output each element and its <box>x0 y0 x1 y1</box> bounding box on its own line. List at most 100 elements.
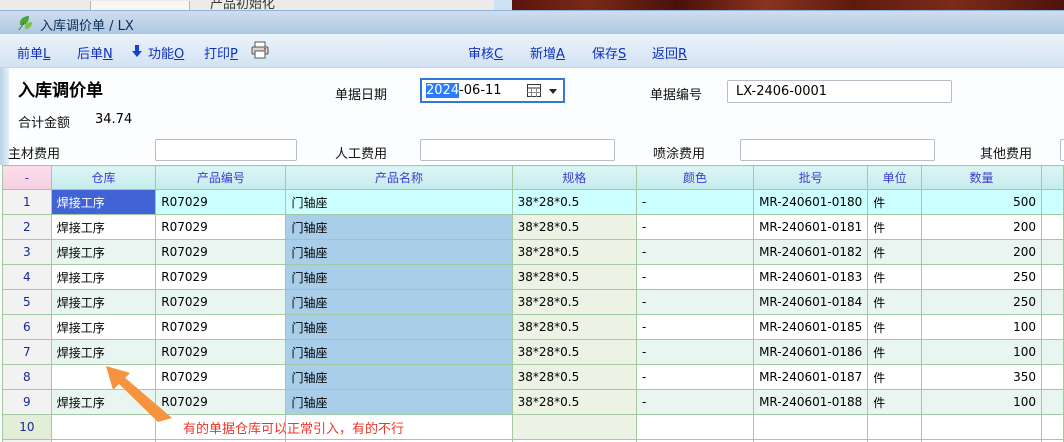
next-doc-button[interactable]: 后单N <box>77 43 113 62</box>
cell-code[interactable]: R07029 <box>156 190 286 215</box>
row-number-cell[interactable]: 5 <box>3 290 52 315</box>
cell-batch[interactable]: MR-240601-0180 <box>754 190 868 215</box>
cell-qty[interactable]: 100 <box>922 315 1042 340</box>
doc-date-input[interactable]: 2024 -06-11 <box>420 78 565 103</box>
row-number-cell[interactable]: 9 <box>3 390 52 415</box>
cell-spec[interactable] <box>512 415 636 440</box>
functions-menu-button[interactable]: 功能O <box>148 43 184 62</box>
cell-batch[interactable]: MR-240601-0182 <box>754 240 868 265</box>
column-header[interactable]: 数量 <box>922 166 1042 190</box>
cell-spec[interactable]: 38*28*0.5 <box>512 290 636 315</box>
other-fee-input[interactable] <box>1060 139 1064 161</box>
row-number-cell[interactable]: 7 <box>3 340 52 365</box>
cell-batch[interactable]: MR-240601-0184 <box>754 290 868 315</box>
return-button[interactable]: 返回R <box>652 43 687 62</box>
cell-warehouse[interactable]: 焊接工序 <box>51 315 156 340</box>
print-button[interactable]: 打印P <box>204 43 238 62</box>
column-header[interactable]: 产品编号 <box>156 166 286 190</box>
printer-icon[interactable] <box>250 41 270 59</box>
cell-color[interactable]: - <box>637 390 754 415</box>
cell-qty[interactable]: 250 <box>922 265 1042 290</box>
cell-spec[interactable]: 38*28*0.5 <box>512 190 636 215</box>
cell-color[interactable]: - <box>637 265 754 290</box>
cell-batch[interactable]: MR-240601-0187 <box>754 365 868 390</box>
cell-code[interactable]: R07029 <box>156 240 286 265</box>
date-dropdown-arrow-icon[interactable] <box>549 89 557 94</box>
cell-code[interactable]: R07029 <box>156 265 286 290</box>
cell-spec[interactable]: 38*28*0.5 <box>512 340 636 365</box>
cell-color[interactable]: - <box>637 315 754 340</box>
cell-unit[interactable] <box>868 415 922 440</box>
cell-color[interactable]: - <box>637 365 754 390</box>
labor-fee-input[interactable] <box>420 139 615 161</box>
prev-doc-button[interactable]: 前单L <box>17 43 50 62</box>
row-number-cell[interactable]: 10 <box>3 415 52 440</box>
cell-batch[interactable]: MR-240601-0181 <box>754 215 868 240</box>
cell-color[interactable] <box>637 415 754 440</box>
column-header[interactable]: 颜色 <box>637 166 754 190</box>
cell-unit[interactable]: 件 <box>868 240 922 265</box>
cell-qty[interactable]: 200 <box>922 215 1042 240</box>
column-header[interactable]: 仓库 <box>51 166 156 190</box>
cell-spec[interactable]: 38*28*0.5 <box>512 215 636 240</box>
cell-qty[interactable]: 250 <box>922 290 1042 315</box>
spray-fee-input[interactable] <box>740 139 935 161</box>
cell-unit[interactable]: 件 <box>868 265 922 290</box>
cell-spec[interactable]: 38*28*0.5 <box>512 315 636 340</box>
add-new-button[interactable]: 新增A <box>530 43 565 62</box>
cell-name[interactable]: 门轴座 <box>286 390 512 415</box>
cell-code[interactable]: R07029 <box>156 315 286 340</box>
cell-qty[interactable]: 100 <box>922 390 1042 415</box>
save-button[interactable]: 保存S <box>592 43 626 62</box>
column-header[interactable]: 批号 <box>754 166 868 190</box>
cell-unit[interactable]: 件 <box>868 215 922 240</box>
cell-unit[interactable]: 件 <box>868 340 922 365</box>
cell-name[interactable]: 门轴座 <box>286 340 512 365</box>
column-header[interactable]: - <box>3 166 52 190</box>
row-number-cell[interactable]: 2 <box>3 215 52 240</box>
cell-code[interactable]: R07029 <box>156 290 286 315</box>
cell-batch[interactable]: MR-240601-0188 <box>754 390 868 415</box>
cell-spec[interactable]: 38*28*0.5 <box>512 265 636 290</box>
cell-name[interactable]: 门轴座 <box>286 265 512 290</box>
cell-batch[interactable] <box>754 415 868 440</box>
cell-unit[interactable]: 件 <box>868 290 922 315</box>
audit-button[interactable]: 审核C <box>468 43 503 62</box>
cell-qty[interactable]: 350 <box>922 365 1042 390</box>
cell-color[interactable]: - <box>637 190 754 215</box>
row-number-cell[interactable]: 1 <box>3 190 52 215</box>
calendar-icon[interactable] <box>527 84 541 97</box>
cell-qty[interactable]: 100 <box>922 340 1042 365</box>
cell-batch[interactable]: MR-240601-0186 <box>754 340 868 365</box>
cell-name[interactable]: 门轴座 <box>286 240 512 265</box>
cell-color[interactable]: - <box>637 340 754 365</box>
material-fee-input[interactable] <box>155 139 297 161</box>
cell-code[interactable]: R07029 <box>156 215 286 240</box>
cell-spec[interactable]: 38*28*0.5 <box>512 390 636 415</box>
cell-name[interactable]: 门轴座 <box>286 190 512 215</box>
cell-warehouse[interactable]: 焊接工序 <box>51 265 156 290</box>
column-header[interactable]: 规格 <box>512 166 636 190</box>
column-header[interactable]: 单位 <box>868 166 922 190</box>
cell-warehouse[interactable]: 焊接工序 <box>51 190 156 215</box>
column-header[interactable]: 产品名称 <box>286 166 512 190</box>
cell-unit[interactable]: 件 <box>868 390 922 415</box>
cell-name[interactable]: 门轴座 <box>286 315 512 340</box>
cell-spec[interactable]: 38*28*0.5 <box>512 365 636 390</box>
cell-unit[interactable]: 件 <box>868 315 922 340</box>
cell-unit[interactable]: 件 <box>868 190 922 215</box>
cell-warehouse[interactable]: 焊接工序 <box>51 215 156 240</box>
cell-batch[interactable]: MR-240601-0183 <box>754 265 868 290</box>
cell-qty[interactable]: 500 <box>922 190 1042 215</box>
cell-name[interactable]: 门轴座 <box>286 290 512 315</box>
row-number-cell[interactable]: 8 <box>3 365 52 390</box>
cell-warehouse[interactable]: 焊接工序 <box>51 290 156 315</box>
cell-spec[interactable]: 38*28*0.5 <box>512 240 636 265</box>
cell-unit[interactable]: 件 <box>868 365 922 390</box>
row-number-cell[interactable]: 4 <box>3 265 52 290</box>
cell-warehouse[interactable]: 焊接工序 <box>51 240 156 265</box>
cell-batch[interactable]: MR-240601-0185 <box>754 315 868 340</box>
cell-color[interactable]: - <box>637 290 754 315</box>
cell-qty[interactable]: 200 <box>922 240 1042 265</box>
doc-no-input[interactable]: LX-2406-0001 <box>727 80 952 103</box>
